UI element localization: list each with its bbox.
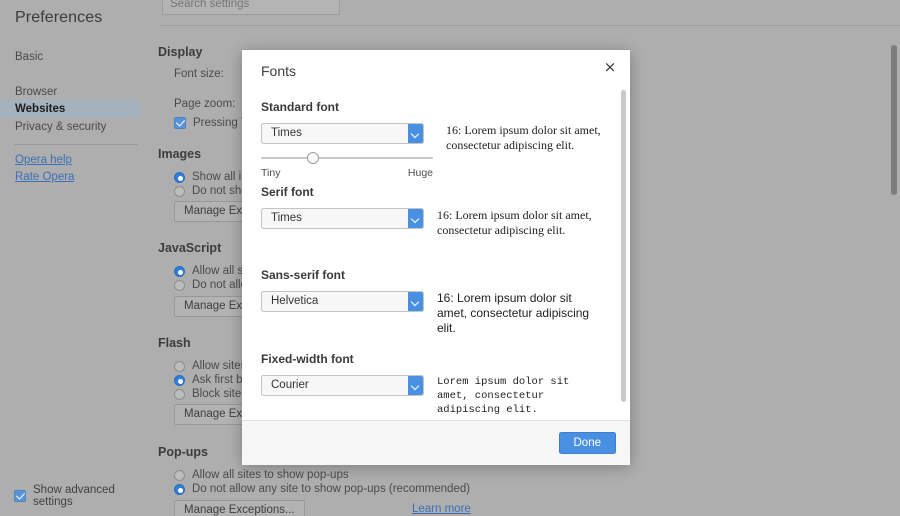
font-family-select[interactable]: Times (261, 208, 424, 229)
learn-more-link[interactable]: Learn more (412, 503, 471, 515)
radio-button[interactable] (174, 388, 185, 400)
page-scrollbar[interactable] (891, 45, 897, 195)
sidebar-item-privacy-security[interactable]: Privacy & security (0, 118, 140, 136)
slider-track[interactable] (261, 157, 433, 159)
close-icon[interactable]: × (600, 57, 620, 77)
sidebar-item-websites[interactable]: Websites (0, 100, 140, 118)
setting-radio-row[interactable]: Allow all sites to show pop-ups (174, 469, 349, 481)
chevron-down-icon[interactable] (408, 124, 423, 143)
font-group-serif-font: Serif font Times 16: Lorem ipsum dolor sit… (261, 185, 611, 238)
font-group-label: Standard font (261, 100, 339, 114)
header-divider (160, 25, 900, 26)
font-family-value: Helvetica (271, 295, 319, 307)
advanced-settings-checkbox[interactable] (14, 490, 26, 502)
font-family-value: Times (271, 127, 302, 139)
font-group-label: Serif font (261, 185, 314, 199)
section-title-display: Display (158, 45, 203, 59)
font-preview-text: 16: Lorem ipsum dolor sit amet, consecte… (437, 208, 592, 237)
section-title-javascript: JavaScript (158, 241, 222, 255)
radio-button[interactable] (174, 279, 185, 291)
radio-label: Do not allow any site to show pop-ups (r… (192, 483, 471, 495)
sidebar: Preferences Basic Browser Websites Privacy … (0, 0, 140, 516)
radio-button[interactable] (174, 374, 185, 386)
font-preview-text: 16: Lorem ipsum dolor sit amet, consecte… (446, 123, 601, 152)
font-preview-text: Lorem ipsum dolor sit amet, consectetur … (437, 376, 570, 416)
checkbox[interactable] (174, 117, 186, 129)
font-select-row: Courier Lorem ipsum dolor sit amet, conse… (261, 375, 611, 417)
setting-radio-row[interactable]: Do not allow any site to show pop-ups (r… (174, 483, 470, 495)
slider-min-label: Tiny (261, 167, 281, 179)
font-preview-text: 16: Lorem ipsum dolor sit amet, consecte… (437, 291, 590, 335)
chevron-down-icon[interactable] (408, 209, 423, 228)
font-select-row: Times Tiny Huge 16: Lorem ipsum dolor sit a… (261, 123, 611, 179)
done-button[interactable]: Done (558, 432, 616, 454)
font-family-select[interactable]: Times (261, 123, 424, 144)
section-title-images: Images (158, 147, 202, 161)
font-family-select[interactable]: Helvetica (261, 291, 424, 312)
advanced-settings-label: Show advanced settings (33, 484, 115, 508)
font-group-label: Sans-serif font (261, 268, 346, 282)
page-title: Preferences (15, 9, 103, 26)
setting-label: Font size: (174, 68, 224, 80)
font-family-select[interactable]: Courier (261, 375, 424, 396)
chevron-down-icon[interactable] (408, 292, 423, 311)
section-title-pop-ups: Pop-ups (158, 445, 208, 459)
manage-exceptions-button[interactable]: Manage Exceptions... (174, 500, 305, 516)
sidebar-item-basic[interactable]: Basic (0, 48, 140, 66)
radio-button[interactable] (174, 171, 185, 183)
sidebar-link-opera-help[interactable]: Opera help (15, 154, 72, 166)
sidebar-divider (14, 144, 138, 145)
search-input[interactable]: Search settings (162, 0, 340, 15)
font-group-standard-font: Standard font Times Tiny Huge 16: Lorem ipsu… (261, 100, 611, 179)
section-title-flash: Flash (158, 336, 191, 350)
font-select-row: Times 16: Lorem ipsum dolor sit amet, con… (261, 208, 611, 238)
dialog-body: Standard font Times Tiny Huge 16: Lorem ipsu… (242, 88, 630, 430)
font-group-fixed-width-font: Fixed-width font Courier Lorem ipsum dolor… (261, 352, 611, 417)
slider-max-label: Huge (407, 167, 433, 179)
font-select-row: Helvetica 16: Lorem ipsum dolor sit amet,… (261, 291, 611, 336)
font-family-value: Courier (271, 379, 309, 391)
radio-button[interactable] (174, 360, 185, 372)
dialog-footer: Done (242, 420, 630, 465)
radio-label: Allow all sites to show pop-ups (192, 469, 349, 481)
chevron-down-icon[interactable] (408, 376, 423, 395)
font-group-sans-serif-font: Sans-serif font Helvetica 16: Lorem ipsum … (261, 268, 611, 336)
sidebar-link-rate-opera[interactable]: Rate Opera (15, 171, 74, 183)
radio-button[interactable] (174, 265, 185, 277)
setting-label: Page zoom: (174, 98, 236, 110)
radio-button[interactable] (174, 483, 185, 495)
dialog-scrollbar[interactable] (621, 90, 626, 402)
sidebar-item-browser[interactable]: Browser (0, 83, 140, 101)
show-advanced-settings-row[interactable]: Show advanced settings (14, 484, 140, 508)
font-group-label: Fixed-width font (261, 352, 354, 366)
dialog-title: Fonts (261, 63, 297, 79)
fonts-dialog: Fonts × Standard font Times Tiny Huge 16: Lo… (242, 50, 630, 465)
radio-button[interactable] (174, 469, 185, 481)
font-size-slider[interactable]: Tiny Huge (261, 152, 433, 179)
radio-button[interactable] (174, 185, 185, 197)
font-family-value: Times (271, 212, 302, 224)
